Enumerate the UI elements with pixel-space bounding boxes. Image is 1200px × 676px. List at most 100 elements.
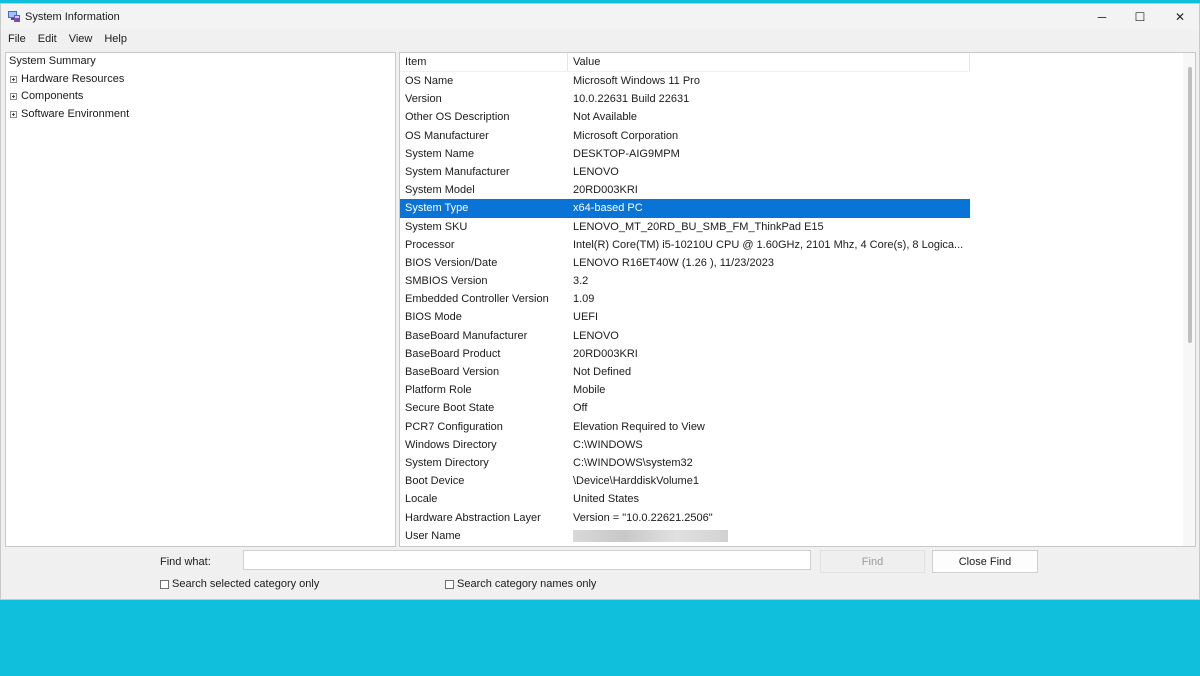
list-header: Item Value (400, 53, 970, 72)
row-item: Platform Role (405, 384, 472, 397)
row-value: UEFI (573, 311, 599, 324)
row-value: 20RD003KRI (573, 184, 638, 197)
row-item: SMBIOS Version (405, 275, 488, 288)
tree-item-software-environment[interactable]: Software Environment (6, 106, 395, 124)
row-value: Version = "10.0.22621.2506" (573, 511, 713, 524)
expand-icon[interactable] (10, 110, 17, 118)
column-header-item[interactable]: Item (400, 53, 568, 71)
title-bar[interactable]: System Information ─ ☐ ✕ (1, 4, 1199, 30)
row-value: 3.2 (573, 275, 589, 288)
table-row[interactable]: BIOS Mode UEFI (400, 308, 970, 326)
row-value: Microsoft Windows 11 Pro (573, 75, 700, 87)
menu-help[interactable]: Help (98, 31, 133, 49)
find-label: Find what: (160, 556, 211, 568)
table-row[interactable]: Locale United States (400, 490, 970, 508)
tree-item-components[interactable]: Components (6, 88, 395, 106)
table-row[interactable]: Secure Boot State Off (400, 399, 970, 417)
row-item: OS Name (405, 75, 454, 87)
table-row[interactable]: OS Name Microsoft Windows 11 Pro (400, 72, 970, 90)
table-row[interactable]: Boot Device \Device\HarddiskVolume1 (400, 472, 970, 490)
table-row[interactable]: System SKU LENOVO_MT_20RD_BU_SMB_FM_Think… (400, 218, 970, 236)
row-value: DESKTOP-AIG9MPM (573, 147, 680, 160)
row-item: Processor (405, 238, 455, 251)
table-row[interactable]: System Directory C:\WINDOWS\system32 (400, 454, 970, 472)
row-item: BaseBoard Product (405, 347, 501, 360)
table-row[interactable]: BaseBoard Product 20RD003KRI (400, 345, 970, 363)
row-value (568, 527, 970, 545)
details-list[interactable]: Item Value OS Name Microsoft Windows 11 P… (399, 52, 1196, 547)
tree-item-label: Software Environment (21, 107, 130, 120)
find-input[interactable] (243, 550, 811, 570)
table-row[interactable]: Platform Role Mobile (400, 381, 970, 399)
table-row[interactable]: PCR7 Configuration Elevation Required to … (400, 418, 970, 436)
row-item: System SKU (405, 220, 468, 233)
scrollbar-thumb[interactable] (1188, 67, 1192, 343)
row-value: Not Available (573, 111, 638, 124)
close-find-button[interactable]: Close Find (932, 550, 1038, 573)
row-value: Mobile (573, 384, 606, 397)
table-row[interactable]: BaseBoard Version Not Defined (400, 363, 970, 381)
checkbox-box[interactable] (160, 579, 169, 589)
tree-item-hardware-resources[interactable]: Hardware Resources (6, 71, 395, 89)
row-item: BIOS Version/Date (405, 256, 498, 269)
close-button[interactable]: ✕ (1157, 4, 1200, 30)
row-value: LENOVO_MT_20RD_BU_SMB_FM_ThinkPad E15 (573, 220, 824, 233)
tree-item-label: Hardware Resources (21, 72, 125, 85)
redacted-value (573, 529, 728, 542)
tree-item-system-summary[interactable]: System Summary (6, 53, 395, 71)
row-value: LENOVO (573, 329, 619, 342)
row-item: Embedded Controller Version (405, 293, 549, 306)
row-item: PCR7 Configuration (405, 420, 503, 433)
table-row[interactable]: Hardware Abstraction Layer Version = "10.… (400, 509, 970, 527)
table-row[interactable]: System Name DESKTOP-AIG9MPM (400, 145, 970, 163)
checkbox-box[interactable] (445, 579, 454, 589)
row-value: United States (573, 493, 640, 506)
row-value: 1.09 (573, 293, 595, 306)
search-selected-category-checkbox[interactable]: Search selected category only (160, 578, 319, 590)
row-value: Off (573, 402, 588, 415)
table-row[interactable]: Other OS Description Not Available (400, 108, 970, 126)
table-row[interactable]: BIOS Version/Date LENOVO R16ET40W (1.26 )… (400, 254, 970, 272)
find-button[interactable]: Find (820, 550, 925, 573)
table-row[interactable]: System Manufacturer LENOVO (400, 163, 970, 181)
menu-view[interactable]: View (63, 31, 99, 49)
row-item: BIOS Mode (405, 311, 462, 324)
row-value: 20RD003KRI (573, 347, 638, 360)
row-item: Windows Directory (405, 438, 497, 451)
system-information-icon (8, 11, 20, 22)
table-row[interactable]: Processor Intel(R) Core(TM) i5-10210U CPU… (400, 236, 970, 254)
minimize-icon: ─ (1097, 10, 1107, 24)
menu-edit[interactable]: Edit (32, 31, 63, 49)
column-header-value[interactable]: Value (568, 53, 970, 71)
row-value: Microsoft Corporation (573, 129, 679, 142)
close-icon: ✕ (1174, 10, 1186, 24)
table-row[interactable]: System Type x64-based PC (400, 199, 970, 218)
table-row[interactable]: OS Manufacturer Microsoft Corporation (400, 127, 970, 145)
expand-icon[interactable] (10, 93, 17, 100)
row-item: System Directory (405, 456, 489, 469)
table-row[interactable]: Version 10.0.22631 Build 22631 (400, 90, 970, 108)
row-value: Intel(R) Core(TM) i5-10210U CPU @ 1.60GH… (573, 238, 964, 251)
search-category-names-checkbox[interactable]: Search category names only (445, 578, 596, 590)
vertical-scrollbar[interactable] (1183, 53, 1195, 546)
row-value: x64-based PC (573, 202, 643, 215)
category-tree[interactable]: System Summary Hardware Resources Compon… (5, 52, 396, 547)
row-item: System Type (405, 202, 469, 215)
table-row[interactable]: System Model 20RD003KRI (400, 181, 970, 199)
row-value: LENOVO R16ET40W (1.26 ), 11/23/2023 (573, 256, 774, 269)
table-row[interactable]: SMBIOS Version 3.2 (400, 272, 970, 290)
table-row[interactable]: User Name (400, 527, 970, 545)
row-value: Elevation Required to View (573, 420, 705, 433)
row-value: \Device\HarddiskVolume1 (573, 475, 699, 488)
tree-item-label: Components (21, 90, 84, 102)
maximize-icon: ☐ (1134, 10, 1146, 24)
row-value: LENOVO (573, 165, 619, 178)
menu-bar: File Edit View Help (1, 31, 1199, 49)
menu-file[interactable]: File (1, 31, 32, 49)
expand-icon[interactable] (10, 75, 17, 83)
table-row[interactable]: Windows Directory C:\WINDOWS (400, 436, 970, 454)
row-item: System Model (405, 184, 475, 197)
checkbox-label: Search category names only (457, 578, 597, 590)
table-row[interactable]: BaseBoard Manufacturer LENOVO (400, 327, 970, 345)
table-row[interactable]: Embedded Controller Version 1.09 (400, 290, 970, 308)
